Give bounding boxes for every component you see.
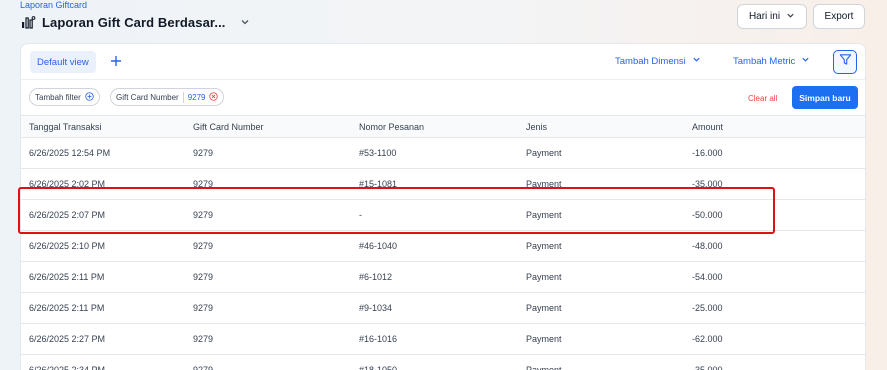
view-toolbar: Default view Tambah Dimensi Tambah Metri…: [21, 44, 865, 80]
cell-type: Payment: [526, 365, 562, 370]
table-row[interactable]: 6/26/2025 2:02 PM 9279 #15-1081 Payment -35.…: [21, 169, 865, 200]
cell-type: Payment: [526, 148, 562, 158]
date-range-dropdown[interactable]: Hari ini: [737, 4, 807, 29]
table-row[interactable]: 6/26/2025 2:07 PM 9279 - Payment -50.000: [21, 200, 865, 231]
cell-amount: -25.000: [692, 303, 723, 313]
cell-amount: -62.000: [692, 334, 723, 344]
cell-type: Payment: [526, 303, 562, 313]
add-view-icon[interactable]: [109, 54, 123, 68]
cell-date: 6/26/2025 2:34 PM: [29, 365, 106, 370]
cell-amount: -54.000: [692, 272, 723, 282]
plus-circle-icon: [85, 91, 94, 103]
cell-amount: -35.000: [692, 365, 723, 370]
cell-date: 6/26/2025 2:10 PM: [29, 241, 106, 251]
column-header-date[interactable]: Tanggal Transaksi: [29, 122, 102, 132]
table-row[interactable]: 6/26/2025 2:27 PM 9279 #16-1016 Payment -62.…: [21, 324, 865, 355]
cell-date: 6/26/2025 2:11 PM: [29, 272, 105, 282]
cell-order-number: #53-1100: [359, 148, 397, 158]
clear-all-link[interactable]: Clear all: [748, 94, 777, 103]
cell-order-number: #18-1050: [359, 365, 398, 370]
date-range-label: Hari ini: [748, 11, 781, 22]
cell-gift-card-number: 9279: [193, 241, 214, 251]
filter-bar: Tambah filter Gift Card Number 9279 Clea…: [21, 80, 865, 116]
add-filter-label: Tambah filter: [35, 92, 81, 102]
cell-date: 6/26/2025 2:11 PM: [29, 303, 105, 313]
page-title-row: Laporan Gift Card Berdasar...: [20, 14, 250, 30]
page-title: Laporan Gift Card Berdasar...: [42, 14, 226, 30]
cell-type: Payment: [526, 241, 562, 251]
cell-amount: -16.000: [692, 148, 723, 158]
chevron-down-icon[interactable]: [240, 17, 250, 27]
column-header-amount[interactable]: Amount: [692, 122, 723, 132]
tab-default-view[interactable]: Default view: [30, 51, 96, 73]
cell-order-number: -: [359, 210, 362, 220]
column-header-type[interactable]: Jenis: [526, 122, 547, 132]
filter-value: 9279: [187, 92, 206, 102]
cell-order-number: #9-1034: [359, 303, 393, 313]
add-dimension-dropdown[interactable]: Tambah Dimensi: [615, 55, 701, 67]
cell-type: Payment: [526, 334, 562, 344]
cell-order-number: #6-1012: [359, 272, 393, 282]
cell-amount: -48.000: [692, 241, 723, 251]
filter-field-label: Gift Card Number: [116, 92, 179, 102]
add-metric-dropdown[interactable]: Tambah Metric: [733, 55, 810, 67]
filter-toggle-button[interactable]: [833, 50, 857, 74]
funnel-icon: [839, 53, 852, 71]
add-filter-chip[interactable]: Tambah filter: [29, 88, 100, 106]
cell-order-number: #46-1040: [359, 241, 398, 251]
report-card: Default view Tambah Dimensi Tambah Metri…: [20, 43, 866, 370]
table-row[interactable]: 6/26/2025 12:54 PM 9279 #53-1100 Payment -16…: [21, 138, 865, 169]
breadcrumb[interactable]: Laporan Giftcard: [20, 0, 87, 10]
table-row[interactable]: 6/26/2025 2:11 PM 9279 #9-1034 Payment -25.0…: [21, 293, 865, 324]
cell-gift-card-number: 9279: [193, 334, 214, 344]
cell-order-number: #16-1016: [359, 334, 398, 344]
save-new-button[interactable]: Simpan baru: [792, 86, 858, 109]
cell-order-number: #15-1081: [359, 179, 398, 189]
cell-gift-card-number: 9279: [193, 210, 214, 220]
cell-type: Payment: [526, 272, 562, 282]
cell-type: Payment: [526, 179, 562, 189]
add-dimension-label: Tambah Dimensi: [615, 55, 686, 67]
cell-gift-card-number: 9279: [193, 272, 214, 282]
cell-gift-card-number: 9279: [193, 303, 214, 313]
table-header: Tanggal Transaksi Gift Card Number Nomor…: [21, 116, 865, 138]
add-metric-label: Tambah Metric: [733, 55, 796, 67]
cell-amount: -50.000: [692, 210, 723, 220]
cell-gift-card-number: 9279: [193, 148, 214, 158]
chevron-down-icon: [692, 55, 701, 67]
cell-date: 6/26/2025 2:07 PM: [29, 210, 106, 220]
gift-card-number-filter-chip[interactable]: Gift Card Number 9279: [110, 88, 225, 106]
table-row[interactable]: 6/26/2025 2:11 PM 9279 #6-1012 Payment -54.0…: [21, 262, 865, 293]
chevron-down-icon: [786, 11, 795, 23]
cell-amount: -35.000: [692, 179, 723, 189]
cell-gift-card-number: 9279: [193, 365, 214, 370]
table-row[interactable]: 6/26/2025 2:34 PM 9279 #18-1050 Payment -35.…: [21, 355, 865, 370]
column-header-order-number[interactable]: Nomor Pesanan: [359, 122, 424, 132]
export-button[interactable]: Export: [813, 4, 865, 29]
table-row[interactable]: 6/26/2025 2:10 PM 9279 #46-1040 Payment -48.…: [21, 231, 865, 262]
column-header-gift-card-number[interactable]: Gift Card Number: [193, 122, 264, 132]
cell-date: 6/26/2025 2:02 PM: [29, 179, 106, 189]
chip-divider: [182, 91, 184, 103]
chevron-down-icon: [801, 55, 810, 67]
remove-filter-icon[interactable]: [209, 91, 219, 103]
cell-date: 6/26/2025 12:54 PM: [29, 148, 111, 158]
cell-date: 6/26/2025 2:27 PM: [29, 334, 106, 344]
cell-type: Payment: [526, 210, 562, 220]
report-chart-icon: [20, 14, 36, 30]
cell-gift-card-number: 9279: [193, 179, 214, 189]
